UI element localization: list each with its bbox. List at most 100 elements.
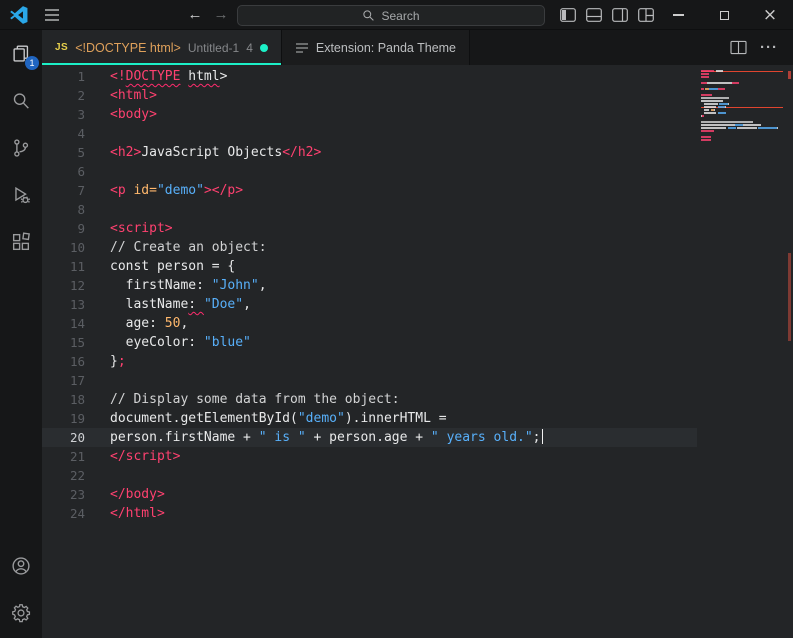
search-box[interactable]: Search	[237, 5, 545, 26]
search-view-icon[interactable]	[0, 77, 42, 124]
code-line-4[interactable]: 4	[42, 124, 697, 143]
menu-icon[interactable]	[44, 8, 60, 22]
toggle-secondary-sidebar-icon[interactable]	[612, 8, 628, 22]
code-text[interactable]: eyeColor: "blue"	[100, 333, 251, 352]
line-number[interactable]: 4	[42, 124, 100, 143]
code-text[interactable]: </script>	[100, 447, 180, 466]
code-line-10[interactable]: 10// Create an object:	[42, 238, 697, 257]
line-number[interactable]: 11	[42, 257, 100, 276]
forward-button[interactable]: →	[210, 4, 232, 26]
explorer-icon[interactable]: 1	[0, 30, 42, 77]
toggle-panel-icon[interactable]	[586, 8, 602, 22]
line-number[interactable]: 24	[42, 504, 100, 523]
code-line-15[interactable]: 15 eyeColor: "blue"	[42, 333, 697, 352]
code-line-8[interactable]: 8	[42, 200, 697, 219]
code-line-21[interactable]: 21</script>	[42, 447, 697, 466]
line-number[interactable]: 5	[42, 143, 100, 162]
code-text[interactable]	[100, 200, 110, 219]
code-text[interactable]: // Create an object:	[100, 238, 267, 257]
code-text[interactable]	[100, 124, 110, 143]
code-line-7[interactable]: 7<p id="demo"></p>	[42, 181, 697, 200]
line-number[interactable]: 23	[42, 485, 100, 504]
code-line-2[interactable]: 2<html>	[42, 86, 697, 105]
line-number[interactable]: 22	[42, 466, 100, 485]
code-line-5[interactable]: 5<h2>JavaScript Objects</h2>	[42, 143, 697, 162]
code-text[interactable]: const person = {	[100, 257, 235, 276]
code-line-22[interactable]: 22	[42, 466, 697, 485]
code-line-1[interactable]: 1<!DOCTYPE html>	[42, 67, 697, 86]
minimap-glyph	[704, 103, 718, 105]
code-line-14[interactable]: 14 age: 50,	[42, 314, 697, 333]
maximize-button[interactable]	[701, 0, 747, 30]
code-line-9[interactable]: 9<script>	[42, 219, 697, 238]
code-text[interactable]	[100, 466, 110, 485]
code-text[interactable]: };	[100, 352, 126, 371]
line-number[interactable]: 16	[42, 352, 100, 371]
line-number[interactable]: 17	[42, 371, 100, 390]
code-text[interactable]: lastName: "Doe",	[100, 295, 251, 314]
line-number[interactable]: 1	[42, 67, 100, 86]
code-text[interactable]: <!DOCTYPE html>	[100, 67, 227, 86]
code-area[interactable]: 1<!DOCTYPE html>2<html>3<body>45<h2>Java…	[42, 67, 697, 523]
unsaved-changes-dot[interactable]	[260, 44, 268, 52]
minimap-glyph	[715, 106, 716, 108]
code-line-19[interactable]: 19document.getElementById("demo").innerH…	[42, 409, 697, 428]
line-number[interactable]: 7	[42, 181, 100, 200]
line-number[interactable]: 18	[42, 390, 100, 409]
code-line-20[interactable]: 20person.firstName + " is " + person.age…	[42, 428, 697, 447]
code-line-18[interactable]: 18// Display some data from the object:	[42, 390, 697, 409]
minimize-button[interactable]	[655, 0, 701, 30]
source-control-icon[interactable]	[0, 124, 42, 171]
toggle-sidebar-icon[interactable]	[560, 8, 576, 22]
code-line-17[interactable]: 17	[42, 371, 697, 390]
line-number[interactable]: 8	[42, 200, 100, 219]
extensions-icon[interactable]	[0, 218, 42, 265]
line-number[interactable]: 21	[42, 447, 100, 466]
code-line-13[interactable]: 13 lastName: "Doe",	[42, 295, 697, 314]
code-line-3[interactable]: 3<body>	[42, 105, 697, 124]
code-line-12[interactable]: 12 firstName: "John",	[42, 276, 697, 295]
code-text[interactable]: <html>	[100, 86, 157, 105]
code-text[interactable]: person.firstName + " is " + person.age +…	[100, 428, 543, 447]
code-text[interactable]	[100, 162, 110, 181]
code-text[interactable]: <h2>JavaScript Objects</h2>	[100, 143, 321, 162]
code-line-11[interactable]: 11const person = {	[42, 257, 697, 276]
code-text[interactable]: <body>	[100, 105, 157, 124]
code-line-6[interactable]: 6	[42, 162, 697, 181]
more-actions-icon[interactable]: ···	[760, 40, 778, 55]
split-editor-icon[interactable]	[730, 40, 747, 55]
code-text[interactable]: document.getElementById("demo").innerHTM…	[100, 409, 447, 428]
line-number[interactable]: 12	[42, 276, 100, 295]
tab-untitled-1[interactable]: JS <!DOCTYPE html> Untitled-1 4	[42, 30, 282, 65]
customize-layout-icon[interactable]	[638, 8, 654, 22]
line-number[interactable]: 19	[42, 409, 100, 428]
code-text[interactable]: firstName: "John",	[100, 276, 267, 295]
code-text[interactable]: </body>	[100, 485, 165, 504]
settings-gear-icon[interactable]	[0, 589, 42, 636]
code-line-23[interactable]: 23</body>	[42, 485, 697, 504]
code-text[interactable]: // Display some data from the object:	[100, 390, 400, 409]
code-text[interactable]: age: 50,	[100, 314, 188, 333]
code-text[interactable]	[100, 371, 110, 390]
line-number[interactable]: 6	[42, 162, 100, 181]
run-debug-icon[interactable]	[0, 171, 42, 218]
minimap[interactable]	[701, 70, 783, 142]
code-text[interactable]: <script>	[100, 219, 173, 238]
back-button[interactable]: ←	[184, 4, 206, 26]
accounts-icon[interactable]	[0, 542, 42, 589]
code-line-24[interactable]: 24</html>	[42, 504, 697, 523]
close-button[interactable]: ×	[747, 0, 793, 30]
line-number[interactable]: 14	[42, 314, 100, 333]
code-text[interactable]: </html>	[100, 504, 165, 523]
line-number[interactable]: 20	[42, 428, 100, 447]
line-number[interactable]: 2	[42, 86, 100, 105]
line-number[interactable]: 10	[42, 238, 100, 257]
editor-pane[interactable]: 1<!DOCTYPE html>2<html>3<body>45<h2>Java…	[42, 65, 793, 638]
line-number[interactable]: 9	[42, 219, 100, 238]
tab-extension-panda-theme[interactable]: Extension: Panda Theme	[282, 30, 470, 65]
line-number[interactable]: 13	[42, 295, 100, 314]
line-number[interactable]: 3	[42, 105, 100, 124]
code-text[interactable]: <p id="demo"></p>	[100, 181, 243, 200]
code-line-16[interactable]: 16};	[42, 352, 697, 371]
line-number[interactable]: 15	[42, 333, 100, 352]
